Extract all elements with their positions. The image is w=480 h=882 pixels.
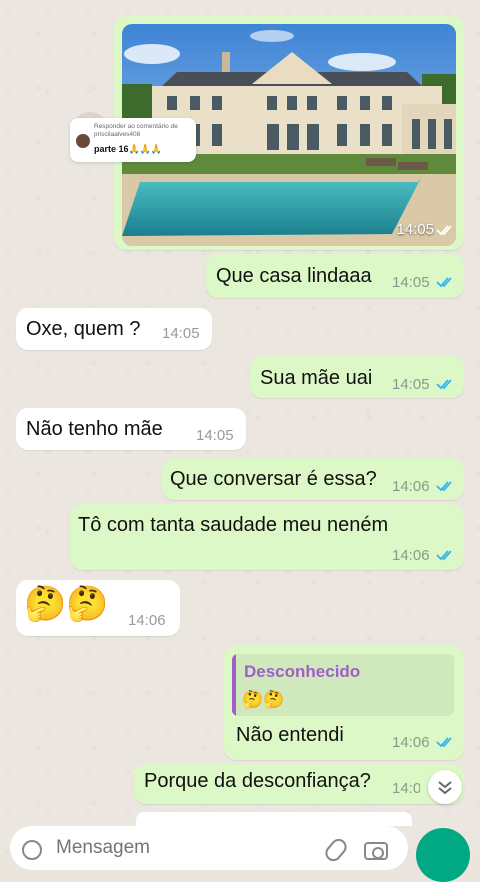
- message-bubble[interactable]: Sua mãe uai 14:05: [250, 356, 464, 398]
- quoted-message[interactable]: Desconhecido 🤔🤔: [232, 654, 454, 716]
- message-text: Oxe, quem ?: [26, 318, 141, 340]
- quote-accent-bar: [232, 654, 236, 716]
- message-composer: [10, 826, 408, 870]
- message-bubble[interactable]: Porque da desconfiança? 14:07: [134, 764, 464, 804]
- message-time: 14:07: [392, 780, 420, 797]
- message-time: 14:06: [392, 734, 430, 751]
- message-text: Tô com tanta saudade meu neném: [78, 514, 389, 536]
- message-time: 14:06: [392, 478, 430, 495]
- comment-header: Responder ao comentário de priscilaalves…: [94, 123, 178, 138]
- message-text: Que conversar é essa?: [170, 468, 377, 490]
- emoji-icon[interactable]: [22, 840, 42, 860]
- message-bubble[interactable]: Não tenho mãe 14:05: [16, 408, 246, 450]
- quoted-sender: Desconhecido: [244, 662, 361, 681]
- message-bubble[interactable]: Que casa lindaaa 14:05: [206, 254, 464, 298]
- chat-screen: 14:05 Responder ao comentário de priscil…: [0, 0, 480, 882]
- message-input[interactable]: [54, 836, 278, 860]
- scroll-to-bottom-button[interactable]: [428, 770, 462, 804]
- camera-icon[interactable]: [364, 842, 388, 860]
- message-time: 14:05: [396, 221, 434, 238]
- message-time: 14:05: [196, 427, 234, 444]
- message-text: Porque da desconfiança?: [144, 770, 371, 792]
- message-bubble[interactable]: 🤔🤔 14:06: [16, 580, 180, 636]
- message-bubble[interactable]: Que conversar é essa? 14:06: [162, 458, 464, 500]
- message-text: Sua mãe uai: [260, 367, 373, 389]
- message-bubble[interactable]: Oxe, quem ? 14:05: [16, 308, 212, 350]
- message-bubble[interactable]: [136, 812, 412, 826]
- chevron-down-icon: [438, 781, 452, 795]
- message-time: 14:06: [128, 612, 166, 629]
- message-time: 14:05: [392, 274, 430, 291]
- comment-text: parte 16🙏🙏🙏: [94, 144, 163, 154]
- quoted-text: 🤔🤔: [242, 690, 285, 709]
- read-ticks-icon: [436, 225, 452, 236]
- message-text: Não entendi: [236, 724, 344, 746]
- message-time: 14:06: [392, 547, 430, 564]
- message-time: 14:05: [392, 376, 430, 393]
- message-time: 14:05: [162, 325, 200, 342]
- read-ticks-icon: [436, 737, 452, 748]
- thinking-face-emoji: 🤔🤔: [24, 585, 109, 623]
- read-ticks-icon: [436, 550, 452, 561]
- reply-comment-sticker: Responder ao comentário de priscilaalves…: [70, 118, 196, 162]
- message-text: Que casa lindaaa: [216, 265, 372, 287]
- avatar: [76, 134, 90, 148]
- read-ticks-icon: [436, 277, 452, 288]
- message-bubble[interactable]: Tô com tanta saudade meu neném 14:06: [70, 504, 464, 570]
- mic-button[interactable]: [416, 828, 470, 882]
- read-ticks-icon: [436, 379, 452, 390]
- attach-icon[interactable]: [322, 835, 350, 865]
- read-ticks-icon: [436, 481, 452, 492]
- message-text: Não tenho mãe: [26, 418, 163, 440]
